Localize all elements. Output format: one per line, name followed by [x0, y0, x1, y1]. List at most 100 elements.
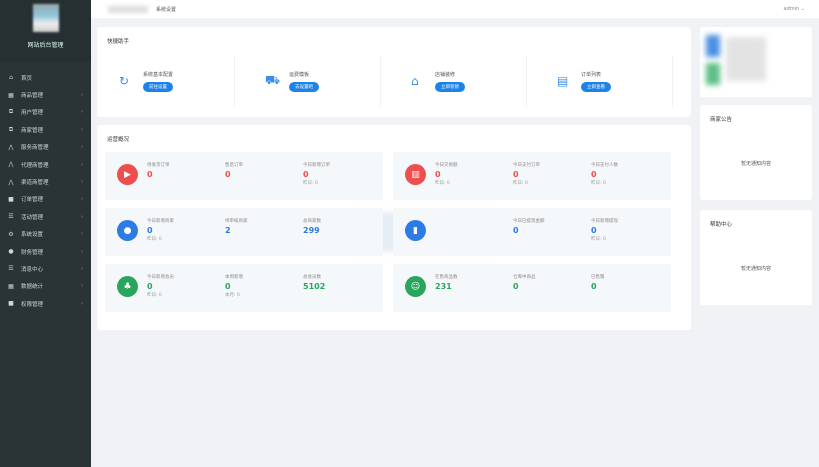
- stat-label: 待发货订单: [147, 162, 170, 168]
- chevron-right-icon: ›: [81, 214, 83, 220]
- chevron-right-icon: ›: [81, 283, 83, 289]
- stat-glyph: ●: [124, 226, 132, 236]
- stat-glyph: ▮: [413, 226, 418, 236]
- stat-sub: 昨日: 0: [303, 180, 330, 186]
- card-title: 运营概况: [107, 135, 129, 143]
- stat-item: 今日交易额0昨日: 0: [435, 162, 458, 186]
- stat-sub: 昨日: 0: [591, 236, 618, 242]
- stat-icon: ♣: [117, 276, 138, 297]
- stat-block: ●今日新增商家0昨日: 0待审核商家2总商家数299: [105, 208, 383, 256]
- profile-card: [700, 27, 812, 97]
- user-menu[interactable]: admin ⌄: [784, 6, 805, 12]
- empty-message: 暂无通知内容: [700, 265, 812, 272]
- sidebar-item[interactable]: ☰活动管理›: [0, 208, 91, 225]
- sidebar-item[interactable]: ⧉商家管理›: [0, 121, 91, 138]
- stat-label: 售后订单: [225, 162, 243, 168]
- stat-glyph: ▶: [124, 170, 131, 180]
- sidebar-item[interactable]: ●财务管理›: [0, 243, 91, 260]
- quick-label: 系统基本配置: [143, 71, 173, 78]
- chevron-right-icon: ›: [81, 196, 83, 202]
- menu-icon: ⋀: [7, 161, 15, 168]
- stat-glyph: ☺: [411, 282, 420, 292]
- quick-button[interactable]: 立即装修: [435, 82, 465, 92]
- stat-label: 总会员数: [303, 274, 325, 280]
- chevron-right-icon: ›: [81, 127, 83, 133]
- sidebar-item-label: 活动管理: [21, 213, 81, 221]
- chevron-right-icon: ›: [81, 249, 83, 255]
- stat-label: 今日新增会员: [147, 274, 174, 280]
- stat-label: 今日已提现金额: [513, 218, 545, 224]
- stat-value: 0: [591, 282, 605, 291]
- quick-label: 运费模板: [289, 71, 319, 78]
- stat-item: 仓库中商品0: [513, 274, 536, 291]
- sidebar-item[interactable]: ⚙系统设置›: [0, 226, 91, 243]
- stat-item: 今日已提现金额0: [513, 218, 545, 235]
- sidebar-item[interactable]: ⋀渠道商管理›: [0, 173, 91, 190]
- stat-icon: ▶: [117, 164, 138, 185]
- site-title: 网站后台管理: [27, 40, 63, 49]
- stat-label: 在售商品数: [435, 274, 458, 280]
- stat-icon: ●: [117, 220, 138, 241]
- stat-label: 今日交易额: [435, 162, 458, 168]
- stat-label: 今日新增订单: [303, 162, 330, 168]
- stat-value: 2: [225, 226, 248, 235]
- stat-item: 售后订单0: [225, 162, 243, 179]
- stat-item: 已售罄0: [591, 274, 605, 291]
- menu-icon: ⚙: [7, 231, 15, 238]
- stat-glyph: ▥: [411, 170, 420, 180]
- chevron-right-icon: ›: [81, 179, 83, 185]
- help-card: 帮助中心 暂无通知内容: [700, 210, 812, 305]
- sidebar-item[interactable]: ⋀代理商管理›: [0, 156, 91, 173]
- stat-value: 0: [303, 170, 330, 179]
- stat-item: 今日新增订单 0昨日: 0: [303, 162, 330, 186]
- stat-label: 今日新增提现: [591, 218, 618, 224]
- stat-block: ▮ 今日已提现金额0 今日新增提现 0昨日: 0: [393, 208, 671, 256]
- sidebar-item[interactable]: ☰消息中心›: [0, 260, 91, 277]
- quick-item: ↻ 系统基本配置前往设置: [107, 55, 235, 107]
- quick-button[interactable]: 前往设置: [143, 82, 173, 92]
- stat-item: 总商家数299: [303, 218, 321, 235]
- card-title: 商家公告: [710, 115, 732, 123]
- stat-block: ♣今日新增会员0昨日: 0本周新增0本月: 0总会员数5102: [105, 264, 383, 312]
- sidebar-item[interactable]: ⧉用户管理›: [0, 104, 91, 121]
- stat-value: 0: [513, 282, 536, 291]
- sidebar-item[interactable]: ■权限管理›: [0, 295, 91, 312]
- menu-icon: ●: [7, 248, 15, 255]
- blurred-text: [726, 37, 766, 81]
- menu-icon: ⧉: [7, 126, 15, 134]
- quick-item: ⛟运费模板去设置吧: [253, 55, 381, 107]
- breadcrumb[interactable]: 系统设置: [156, 6, 176, 13]
- stat-item: 本周新增0本月: 0: [225, 274, 243, 298]
- quick-icon: ↻: [119, 74, 137, 88]
- stat-value: 0: [225, 282, 243, 291]
- sidebar-item-label: 服务商管理: [21, 143, 81, 151]
- user-name: admin: [784, 6, 800, 12]
- stat-value: 299: [303, 226, 321, 235]
- chevron-right-icon: ›: [81, 109, 83, 115]
- stat-value: 231: [435, 282, 458, 291]
- menu-icon: ▦: [7, 92, 15, 99]
- breadcrumb-blurred: [108, 6, 148, 13]
- sidebar-item-label: 数据统计: [21, 282, 81, 290]
- stat-block: ▥今日交易额0昨日: 0今日支付订单0昨日: 0今日支付人数0昨日: 0: [393, 152, 671, 200]
- chevron-right-icon: ›: [81, 231, 83, 237]
- stat-sub: 昨日: 0: [147, 236, 174, 242]
- quick-label: 店铺装修: [435, 71, 465, 78]
- sidebar-item[interactable]: ⋀服务商管理›: [0, 139, 91, 156]
- quick-button[interactable]: 去设置吧: [289, 82, 319, 92]
- quick-item: ⌂店铺装修立即装修: [399, 55, 527, 107]
- sidebar-item[interactable]: ▦商品管理›: [0, 86, 91, 103]
- sidebar-item-label: 代理商管理: [21, 161, 81, 169]
- sidebar-item[interactable]: ■订单管理›: [0, 191, 91, 208]
- quick-button[interactable]: 立即查看: [581, 82, 611, 92]
- sidebar: 网站后台管理 ⌂首页▦商品管理›⧉用户管理›⧉商家管理›⋀服务商管理› ⋀ 代理商管…: [0, 0, 91, 467]
- stat-label: 今日支付人数: [591, 162, 618, 168]
- chevron-right-icon: ›: [81, 144, 83, 150]
- stat-value: 0: [591, 226, 618, 235]
- stat-value: 0: [591, 170, 618, 179]
- stat-value: 0: [435, 170, 458, 179]
- sidebar-item[interactable]: ⌂首页: [0, 69, 91, 86]
- stat-item: 今日支付订单0昨日: 0: [513, 162, 540, 186]
- sidebar-item[interactable]: ▦数据统计›: [0, 278, 91, 295]
- notice-card: 商家公告 暂无通知内容: [700, 105, 812, 200]
